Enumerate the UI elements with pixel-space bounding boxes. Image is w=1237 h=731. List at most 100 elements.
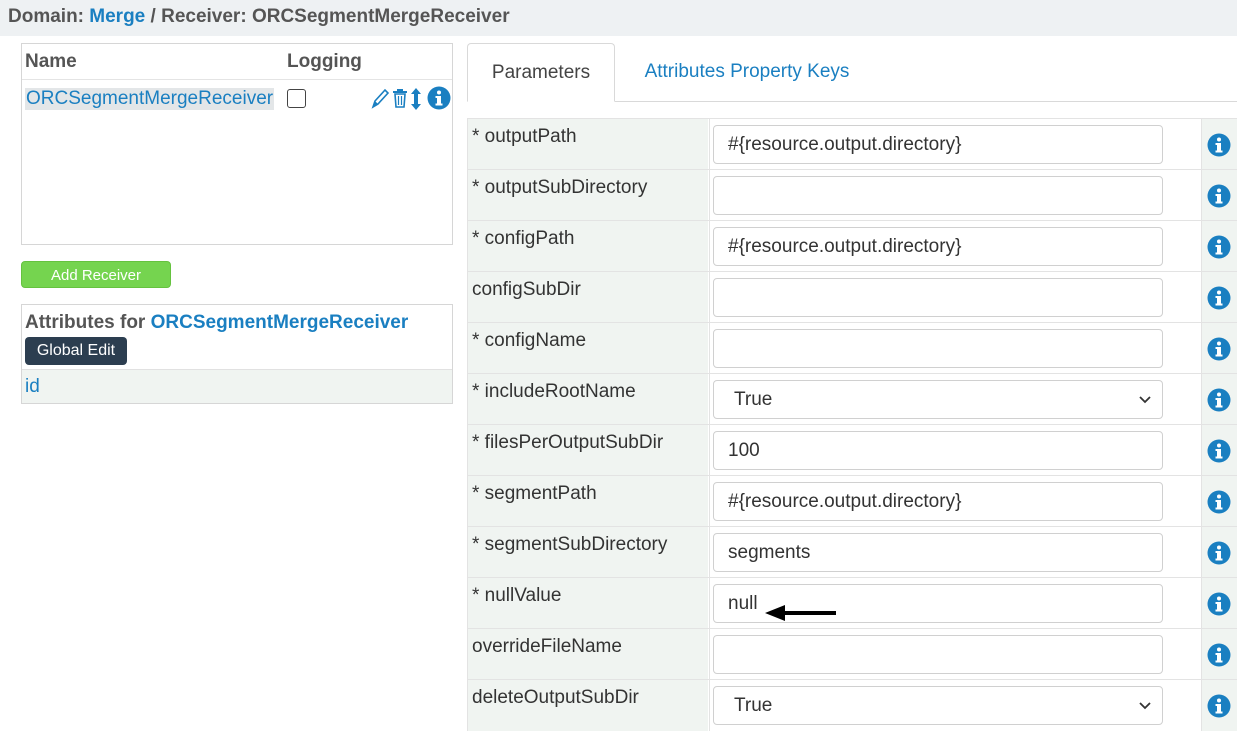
parameter-row: * includeRootName True — [467, 373, 1237, 425]
info-icon[interactable] — [1207, 439, 1231, 468]
parameter-name: deleteOutputSubDir — [472, 687, 639, 708]
parameter-input[interactable]: segments — [713, 533, 1163, 572]
receiver-row: ORCSegmentMergeReceiver — [22, 80, 452, 116]
parameter-name-cell: configSubDir — [467, 272, 708, 323]
parameter-info-cell — [1202, 527, 1237, 578]
parameter-value: True — [734, 695, 773, 716]
parameter-input[interactable]: #{resource.output.directory} — [713, 125, 1163, 164]
chevron-down-icon — [1138, 687, 1152, 724]
parameter-value: True — [734, 389, 773, 410]
parameter-info-cell — [1202, 221, 1237, 272]
parameter-info-cell — [1202, 119, 1237, 170]
logging-checkbox[interactable] — [287, 89, 306, 108]
parameter-row: * outputSubDirectory — [467, 169, 1237, 221]
info-icon[interactable] — [1207, 337, 1231, 366]
parameter-value: 100 — [728, 440, 760, 461]
attribute-row: id — [22, 369, 452, 403]
info-icon[interactable] — [1207, 694, 1231, 723]
parameter-name: * segmentPath — [472, 483, 597, 504]
parameter-input[interactable] — [713, 278, 1163, 317]
parameter-value: #{resource.output.directory} — [728, 134, 962, 155]
receiver-table-header: Name Logging — [22, 44, 452, 80]
parameter-value: #{resource.output.directory} — [728, 236, 962, 257]
pencil-icon[interactable] — [370, 86, 390, 115]
parameter-name: * filesPerOutputSubDir — [472, 432, 664, 453]
trash-icon[interactable] — [392, 86, 408, 115]
breadcrumb-separator: / — [145, 6, 162, 27]
parameter-input[interactable]: null — [713, 584, 1163, 623]
parameter-name: * configName — [472, 330, 587, 351]
parameter-value-cell: True — [709, 680, 1202, 731]
global-edit-button[interactable]: Global Edit — [25, 337, 127, 365]
attributes-title: Attributes for ORCSegmentMergeReceiver — [25, 312, 408, 334]
parameter-info-cell — [1202, 323, 1237, 374]
parameter-info-cell — [1202, 629, 1237, 680]
chevron-down-icon — [1138, 381, 1152, 418]
parameter-input[interactable] — [713, 329, 1163, 368]
tab-parameters[interactable]: Parameters — [467, 43, 615, 102]
attributes-panel: Attributes for ORCSegmentMergeReceiver G… — [21, 304, 453, 404]
parameter-value: segments — [728, 542, 811, 563]
parameter-input[interactable]: 100 — [713, 431, 1163, 470]
parameter-value-cell: #{resource.output.directory} — [709, 476, 1202, 527]
info-icon[interactable] — [1207, 184, 1231, 213]
top-bar: Domain: Merge / Receiver: ORCSegmentMerg… — [0, 0, 1237, 36]
parameter-name-cell: * includeRootName — [467, 374, 708, 425]
parameter-row: configSubDir — [467, 271, 1237, 323]
parameter-name-cell: * segmentSubDirectory — [467, 527, 708, 578]
parameter-input[interactable]: #{resource.output.directory} — [713, 227, 1163, 266]
parameter-row: * outputPath #{resource.output.directory} — [467, 118, 1237, 170]
parameter-value-cell: True — [709, 374, 1202, 425]
parameter-info-cell — [1202, 374, 1237, 425]
parameter-name-cell: * outputPath — [467, 119, 708, 170]
info-icon[interactable] — [1207, 235, 1231, 264]
parameter-info-cell — [1202, 425, 1237, 476]
info-icon[interactable] — [1207, 643, 1231, 672]
attribute-id-link[interactable]: id — [25, 376, 40, 398]
parameter-value-cell — [709, 170, 1202, 221]
attributes-title-receiver: ORCSegmentMergeReceiver — [150, 312, 409, 333]
parameter-name-cell: overrideFileName — [467, 629, 708, 680]
tab-attributes-property-keys[interactable]: Attributes Property Keys — [641, 43, 853, 102]
info-icon[interactable] — [1207, 388, 1231, 417]
parameter-value-cell: #{resource.output.directory} — [709, 119, 1202, 170]
breadcrumb-domain-link[interactable]: Merge — [89, 6, 145, 27]
info-icon[interactable] — [1207, 541, 1231, 570]
parameter-select[interactable]: True — [713, 686, 1163, 725]
parameter-name-cell: * outputSubDirectory — [467, 170, 708, 221]
parameter-input[interactable] — [713, 635, 1163, 674]
parameter-row: overrideFileName — [467, 628, 1237, 680]
parameter-name-cell: * configPath — [467, 221, 708, 272]
move-updown-icon[interactable] — [410, 86, 422, 117]
parameter-name: * nullValue — [472, 585, 562, 606]
info-icon[interactable] — [427, 86, 451, 115]
parameter-row: * segmentSubDirectory segments — [467, 526, 1237, 578]
parameter-value: #{resource.output.directory} — [728, 491, 962, 512]
breadcrumb-receiver-name: ORCSegmentMergeReceiver — [251, 6, 510, 27]
parameter-row: * filesPerOutputSubDir 100 — [467, 424, 1237, 476]
parameter-name: * outputPath — [472, 126, 577, 147]
parameter-value-cell: 100 — [709, 425, 1202, 476]
info-icon[interactable] — [1207, 592, 1231, 621]
parameter-info-cell — [1202, 578, 1237, 629]
parameter-name: * segmentSubDirectory — [472, 534, 668, 555]
parameter-input[interactable] — [713, 176, 1163, 215]
parameter-info-cell — [1202, 170, 1237, 221]
left-arrow-icon — [765, 597, 837, 622]
parameter-row: deleteOutputSubDir True — [467, 679, 1237, 731]
parameter-value-cell — [709, 272, 1202, 323]
add-receiver-button[interactable]: Add Receiver — [21, 261, 171, 288]
parameter-row: * configName — [467, 322, 1237, 374]
info-icon[interactable] — [1207, 286, 1231, 315]
attributes-title-prefix: Attributes for — [25, 312, 146, 333]
column-header-name: Name — [25, 51, 77, 72]
parameter-value-cell: null — [709, 578, 1202, 629]
parameter-name: * outputSubDirectory — [472, 177, 648, 198]
info-icon[interactable] — [1207, 490, 1231, 519]
parameter-input[interactable]: #{resource.output.directory} — [713, 482, 1163, 521]
parameter-name: configSubDir — [472, 279, 581, 300]
parameter-info-cell — [1202, 272, 1237, 323]
info-icon[interactable] — [1207, 133, 1231, 162]
receiver-name-link[interactable]: ORCSegmentMergeReceiver — [25, 88, 275, 110]
parameter-select[interactable]: True — [713, 380, 1163, 419]
